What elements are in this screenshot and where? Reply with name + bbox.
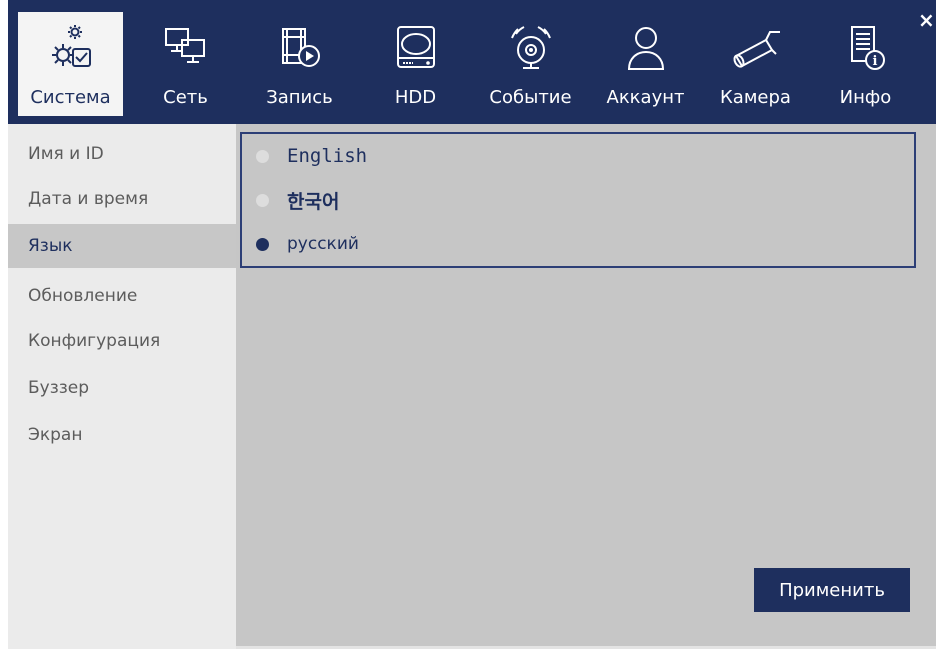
gear-check-icon bbox=[18, 20, 123, 76]
sidebar-item-name-id[interactable]: Имя и ID bbox=[8, 132, 236, 176]
radio-button-selected[interactable] bbox=[256, 237, 269, 251]
language-option-russian[interactable]: русский bbox=[256, 224, 359, 264]
info-document-icon: i bbox=[813, 20, 918, 76]
tab-event[interactable]: Событие bbox=[478, 12, 583, 116]
language-label: русский bbox=[287, 234, 359, 254]
language-panel: English 한국어 русский Применить bbox=[236, 124, 936, 649]
tab-camera[interactable]: Камера bbox=[703, 12, 808, 116]
tab-label: Событие bbox=[489, 87, 572, 108]
tab-info[interactable]: i Инфо bbox=[813, 12, 918, 116]
settings-window: Система Сеть Запись HDD Событие Аккаунт … bbox=[8, 0, 936, 649]
sidebar-item-update[interactable]: Обновление bbox=[8, 274, 236, 318]
hdd-icon bbox=[363, 20, 468, 76]
svg-text:i: i bbox=[872, 54, 877, 69]
apply-button[interactable]: Применить bbox=[754, 568, 910, 612]
tab-system[interactable]: Система bbox=[18, 12, 123, 116]
tab-label: Камера bbox=[720, 87, 791, 108]
tab-label: Инфо bbox=[839, 87, 892, 108]
language-option-english[interactable]: English bbox=[256, 136, 367, 176]
close-icon[interactable]: × bbox=[918, 10, 935, 30]
camera-icon bbox=[703, 20, 808, 76]
tab-account[interactable]: Аккаунт bbox=[593, 12, 698, 116]
radio-button[interactable] bbox=[256, 149, 269, 163]
settings-sidebar: Имя и ID Дата и время Язык Обновление Ко… bbox=[8, 124, 236, 649]
sidebar-item-configuration[interactable]: Конфигурация bbox=[8, 319, 236, 363]
tab-label: Аккаунт bbox=[606, 87, 685, 108]
network-icon bbox=[133, 20, 238, 76]
alarm-bell-icon bbox=[478, 20, 583, 76]
left-edge bbox=[0, 0, 8, 649]
top-navigation-bar: Система Сеть Запись HDD Событие Аккаунт … bbox=[8, 0, 936, 124]
tab-hdd[interactable]: HDD bbox=[363, 12, 468, 116]
tab-network[interactable]: Сеть bbox=[133, 12, 238, 116]
radio-button[interactable] bbox=[256, 193, 269, 207]
tab-label: Запись bbox=[266, 87, 333, 108]
film-record-icon bbox=[247, 20, 352, 76]
sidebar-item-date-time[interactable]: Дата и время bbox=[8, 177, 236, 221]
tab-label: Система bbox=[30, 87, 111, 108]
tab-label: Сеть bbox=[163, 87, 208, 108]
sidebar-item-buzzer[interactable]: Буззер bbox=[8, 366, 236, 410]
tab-label: HDD bbox=[394, 87, 437, 108]
sidebar-item-screen[interactable]: Экран bbox=[8, 413, 236, 457]
language-option-korean[interactable]: 한국어 bbox=[256, 180, 339, 220]
user-icon bbox=[593, 20, 698, 76]
sidebar-item-language[interactable]: Язык bbox=[8, 224, 236, 268]
tab-record[interactable]: Запись bbox=[247, 12, 352, 116]
language-label: English bbox=[287, 145, 368, 167]
language-options-box: English 한국어 русский bbox=[240, 132, 916, 268]
language-label: 한국어 bbox=[287, 190, 340, 213]
